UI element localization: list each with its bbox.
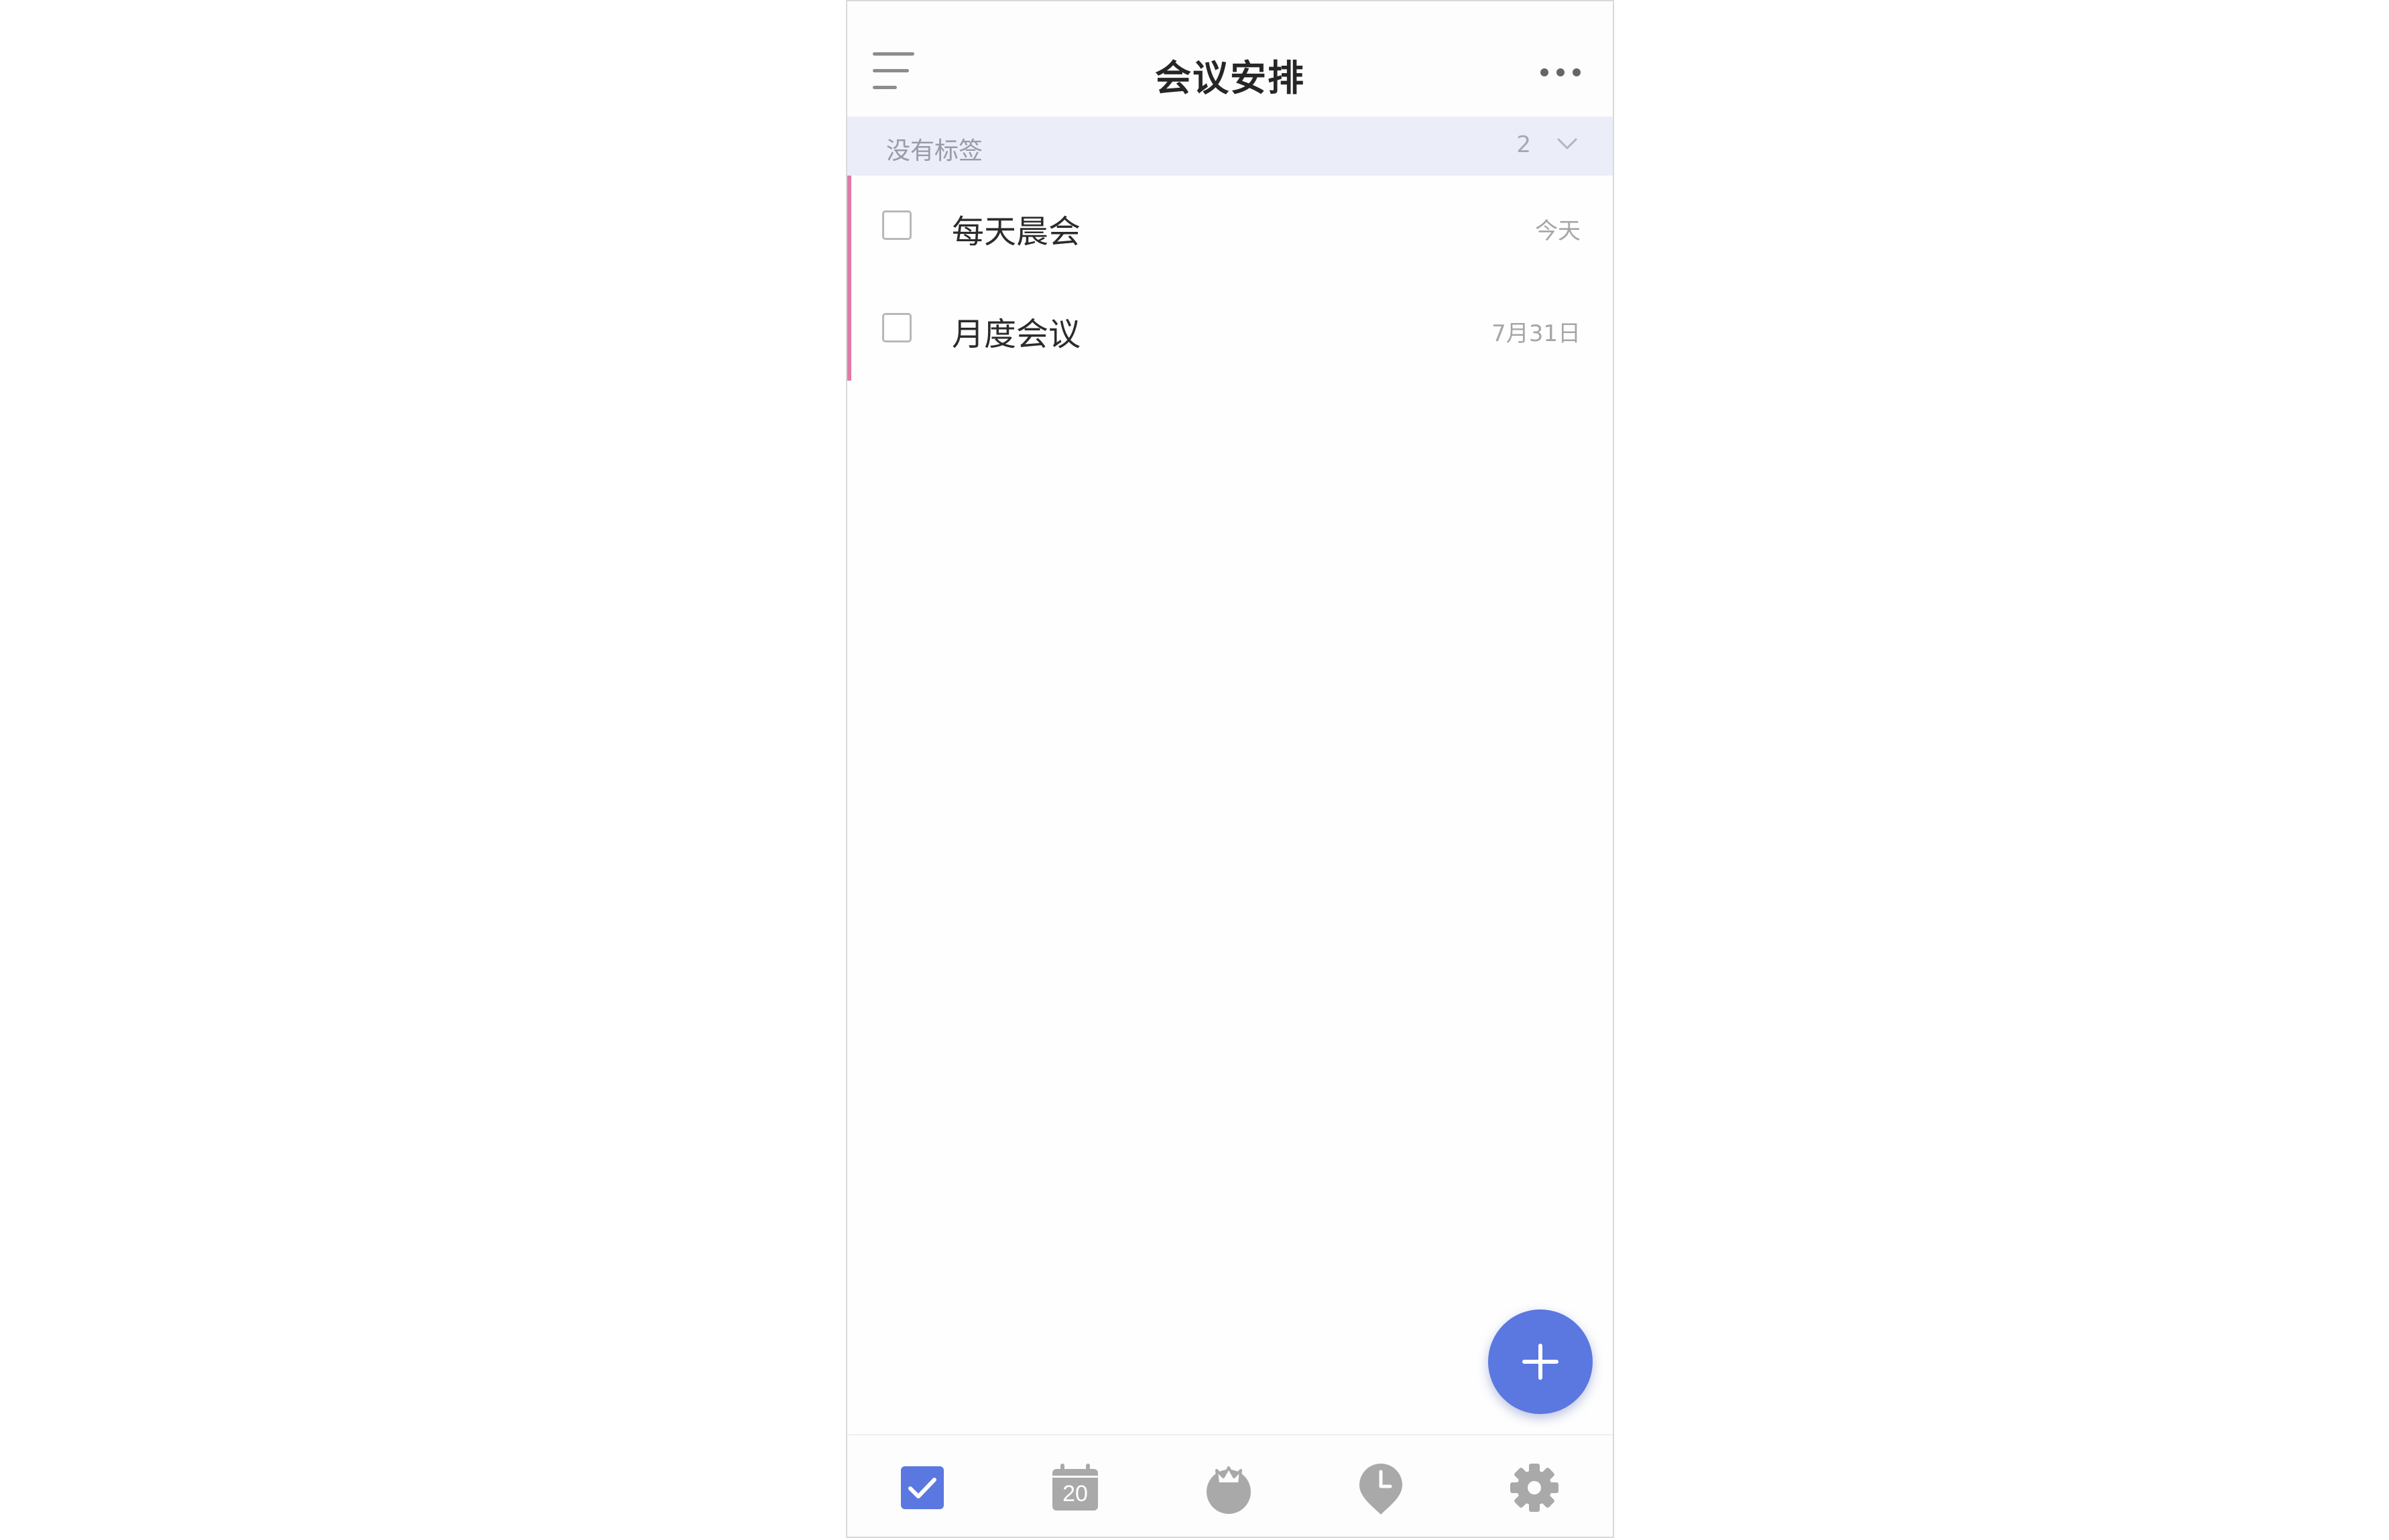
section-count: 2 (1516, 131, 1531, 158)
calendar-day-number: 20 (1062, 1481, 1088, 1506)
section-header-no-tag[interactable]: 没有标签 2 (847, 117, 1613, 176)
bottom-navigation: 20 (847, 1434, 1613, 1537)
nav-pomodoro[interactable] (1197, 1456, 1261, 1520)
app-window: 会议安排 没有标签 2 每天晨会 今天 月度会议 7月31日 20 (846, 0, 1614, 1538)
nav-tasks[interactable] (890, 1456, 955, 1520)
clock-icon (1359, 1464, 1402, 1515)
add-task-button[interactable] (1488, 1309, 1593, 1414)
task-checkbox[interactable] (882, 210, 912, 240)
gear-icon (1510, 1464, 1558, 1512)
nav-timer[interactable] (1349, 1456, 1413, 1520)
nav-calendar[interactable]: 20 (1043, 1456, 1107, 1520)
task-title: 每天晨会 (952, 213, 1081, 251)
plus-icon (1522, 1344, 1558, 1380)
page-title: 会议安排 (1155, 57, 1305, 99)
task-due-date: 7月31日 (1491, 320, 1581, 347)
section-label: 没有标签 (886, 137, 983, 165)
checkbox-tasks-icon (901, 1466, 944, 1509)
pomodoro-icon (1207, 1466, 1251, 1514)
task-row[interactable]: 每天晨会 今天 (847, 176, 1613, 278)
task-due-date: 今天 (1535, 218, 1581, 245)
screen: 会议安排 没有标签 2 每天晨会 今天 月度会议 7月31日 20 (0, 0, 2389, 1540)
task-list: 每天晨会 今天 月度会议 7月31日 (847, 176, 1613, 381)
chevron-down-icon[interactable] (1555, 131, 1579, 155)
task-checkbox[interactable] (882, 313, 912, 342)
task-row[interactable]: 月度会议 7月31日 (847, 278, 1613, 381)
nav-settings[interactable] (1502, 1456, 1567, 1520)
more-options-icon[interactable] (1540, 66, 1581, 79)
task-title: 月度会议 (952, 316, 1081, 353)
top-bar: 会议安排 (847, 1, 1613, 117)
